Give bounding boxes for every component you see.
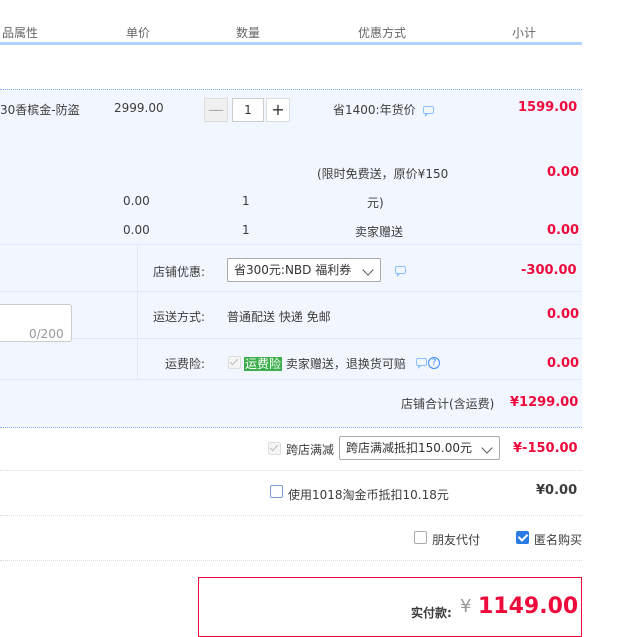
coins-amount: ¥0.00	[536, 483, 578, 498]
header-qty: 数量	[236, 26, 261, 40]
coins-checkbox[interactable]	[270, 485, 283, 498]
item-block	[0, 89, 582, 245]
gift1-price: 0.00	[123, 194, 150, 208]
chevron-down-icon	[481, 442, 493, 454]
coupon-label: 店铺优惠:	[153, 265, 206, 279]
quantity-stepper: — 1 +	[204, 98, 290, 122]
header-price: 单价	[126, 26, 151, 40]
insurance-text: 运费险 卖家赠送，退换货可赔	[244, 355, 406, 372]
insurance-label: 运费险:	[165, 357, 206, 371]
payment-currency: ¥	[460, 596, 472, 617]
payment-amount: 1149.00	[478, 594, 579, 619]
message-icon[interactable]	[423, 106, 434, 117]
item-subtotal: 1599.00	[518, 100, 578, 115]
quantity-input[interactable]: 1	[232, 98, 264, 122]
quantity-minus-button[interactable]: —	[204, 98, 228, 122]
shipping-label: 运送方式:	[153, 310, 206, 324]
header-discount: 优惠方式	[358, 26, 407, 40]
payment-label: 实付款:	[411, 606, 452, 620]
cross-discount-amount: ¥-150.00	[513, 441, 578, 456]
cross-discount-select-value: 跨店满减抵扣150.00元	[346, 441, 472, 455]
coupon-amount: -300.00	[521, 263, 577, 278]
header-subtotal: 小计	[512, 26, 537, 40]
buyer-message-input[interactable]: 0/200	[0, 304, 72, 342]
cross-discount-label: 跨店满减	[286, 443, 335, 457]
cart-header: 品属性 单价 数量 优惠方式 小计	[0, 0, 582, 45]
anonymous-checkbox[interactable]	[516, 531, 529, 544]
promo-text-line1: (限时免费送，原价¥150	[317, 167, 449, 181]
cross-discount-select[interactable]: 跨店满减抵扣150.00元	[339, 436, 500, 460]
coupon-select-value: 省300元:NBD 福利券	[234, 263, 352, 277]
gift1-qty: 1	[242, 194, 250, 208]
chevron-down-icon	[362, 264, 374, 276]
anonymous-label: 匿名购买	[534, 533, 583, 547]
item-discount: 省1400:年货价	[333, 103, 416, 117]
shop-total-value: ¥1299.00	[510, 395, 579, 410]
gift2-amount: 0.00	[547, 223, 580, 238]
promo-amount: 0.00	[547, 165, 580, 180]
item-attr: 30香槟金-防盗	[0, 103, 80, 117]
insurance-amount: 0.00	[547, 356, 580, 371]
insurance-desc: 卖家赠送，退换货可赔	[285, 357, 406, 371]
shipping-amount: 0.00	[547, 307, 580, 322]
coins-label: 使用1018淘金币抵扣10.18元	[288, 488, 449, 502]
payment-box: 实付款: ¥ 1149.00	[198, 577, 582, 637]
insurance-tag: 运费险	[244, 357, 283, 371]
friend-pay-label: 朋友代付	[432, 533, 481, 547]
gift2-qty: 1	[242, 223, 250, 237]
promo-text-line2: 元)	[367, 196, 384, 210]
message-icon[interactable]	[395, 266, 406, 277]
insurance-checkbox	[228, 356, 241, 369]
shipping-value: 普通配送 快递 免邮	[227, 310, 331, 324]
quantity-plus-button[interactable]: +	[266, 98, 290, 122]
gift2-desc: 卖家赠送	[355, 225, 404, 239]
help-icon[interactable]: ?	[428, 357, 440, 369]
message-icon[interactable]	[416, 358, 427, 369]
gift2-price: 0.00	[123, 223, 150, 237]
cross-discount-checkbox	[268, 442, 281, 455]
char-count: 0/200	[29, 327, 64, 341]
header-attr: 品属性	[2, 26, 39, 40]
item-price: 2999.00	[114, 101, 164, 115]
friend-pay-checkbox[interactable]	[414, 531, 427, 544]
coupon-select[interactable]: 省300元:NBD 福利券	[227, 258, 381, 282]
shop-total-label: 店铺合计(含运费)	[401, 397, 495, 411]
